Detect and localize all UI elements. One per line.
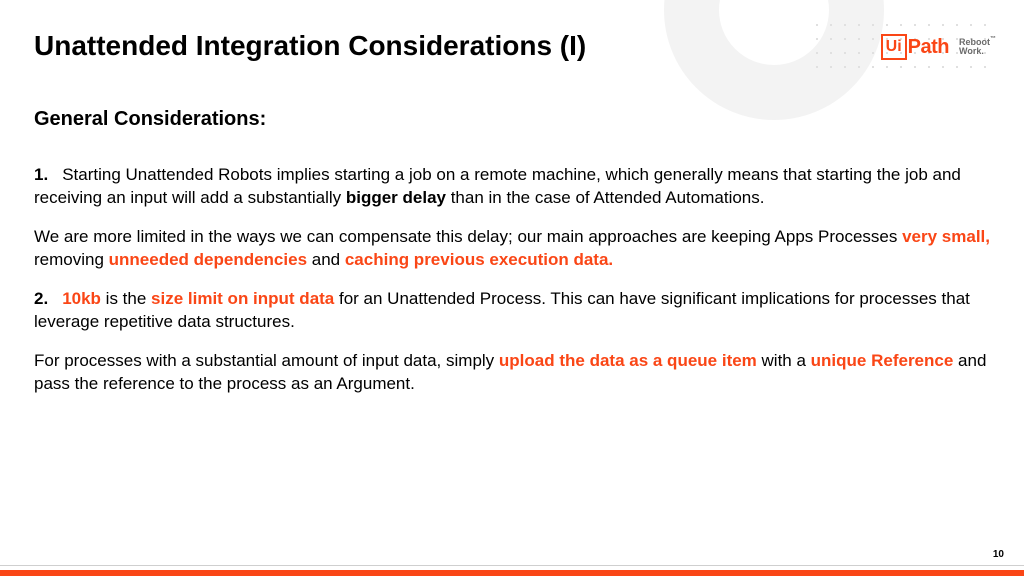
accent-text: upload the data as a queue item [499, 351, 757, 370]
text: We are more limited in the ways we can c… [34, 227, 902, 246]
slide: Ui Path RebootWork.™ Unattended Integrat… [0, 0, 1024, 576]
text: and [307, 250, 345, 269]
footer-divider [0, 565, 1024, 566]
slide-body: 1.Starting Unattended Robots implies sta… [34, 164, 990, 412]
text: removing [34, 250, 109, 269]
logo-ui-icon: Ui Path [881, 34, 949, 60]
text: than in the case of Attended Automations… [446, 188, 765, 207]
brand-logo: Ui Path RebootWork.™ [881, 34, 990, 60]
text: with a [757, 351, 811, 370]
paragraph-2: We are more limited in the ways we can c… [34, 226, 990, 272]
accent-text: unneeded dependencies [109, 250, 307, 269]
list-number: 1. [34, 165, 48, 184]
bold-text: bigger delay [346, 188, 446, 207]
paragraph-1: 1.Starting Unattended Robots implies sta… [34, 164, 990, 210]
paragraph-3: 2.10kb is the size limit on input data f… [34, 288, 990, 334]
accent-text: 10kb [62, 289, 101, 308]
text: is the [101, 289, 151, 308]
logo-ui-text: Ui [886, 39, 902, 55]
page-number: 10 [993, 549, 1004, 560]
logo-path-text: Path [908, 36, 949, 59]
footer-accent-bar [0, 570, 1024, 576]
slide-title: Unattended Integration Considerations (I… [34, 30, 586, 62]
accent-text: caching previous execution data. [345, 250, 613, 269]
paragraph-4: For processes with a substantial amount … [34, 350, 990, 396]
text: For processes with a substantial amount … [34, 351, 499, 370]
accent-text: unique Reference [811, 351, 954, 370]
accent-text: very small, [902, 227, 990, 246]
list-number: 2. [34, 289, 48, 308]
accent-text: size limit on input data [151, 289, 334, 308]
logo-tagline: RebootWork.™ [959, 38, 990, 56]
slide-subtitle: General Considerations: [34, 108, 266, 131]
